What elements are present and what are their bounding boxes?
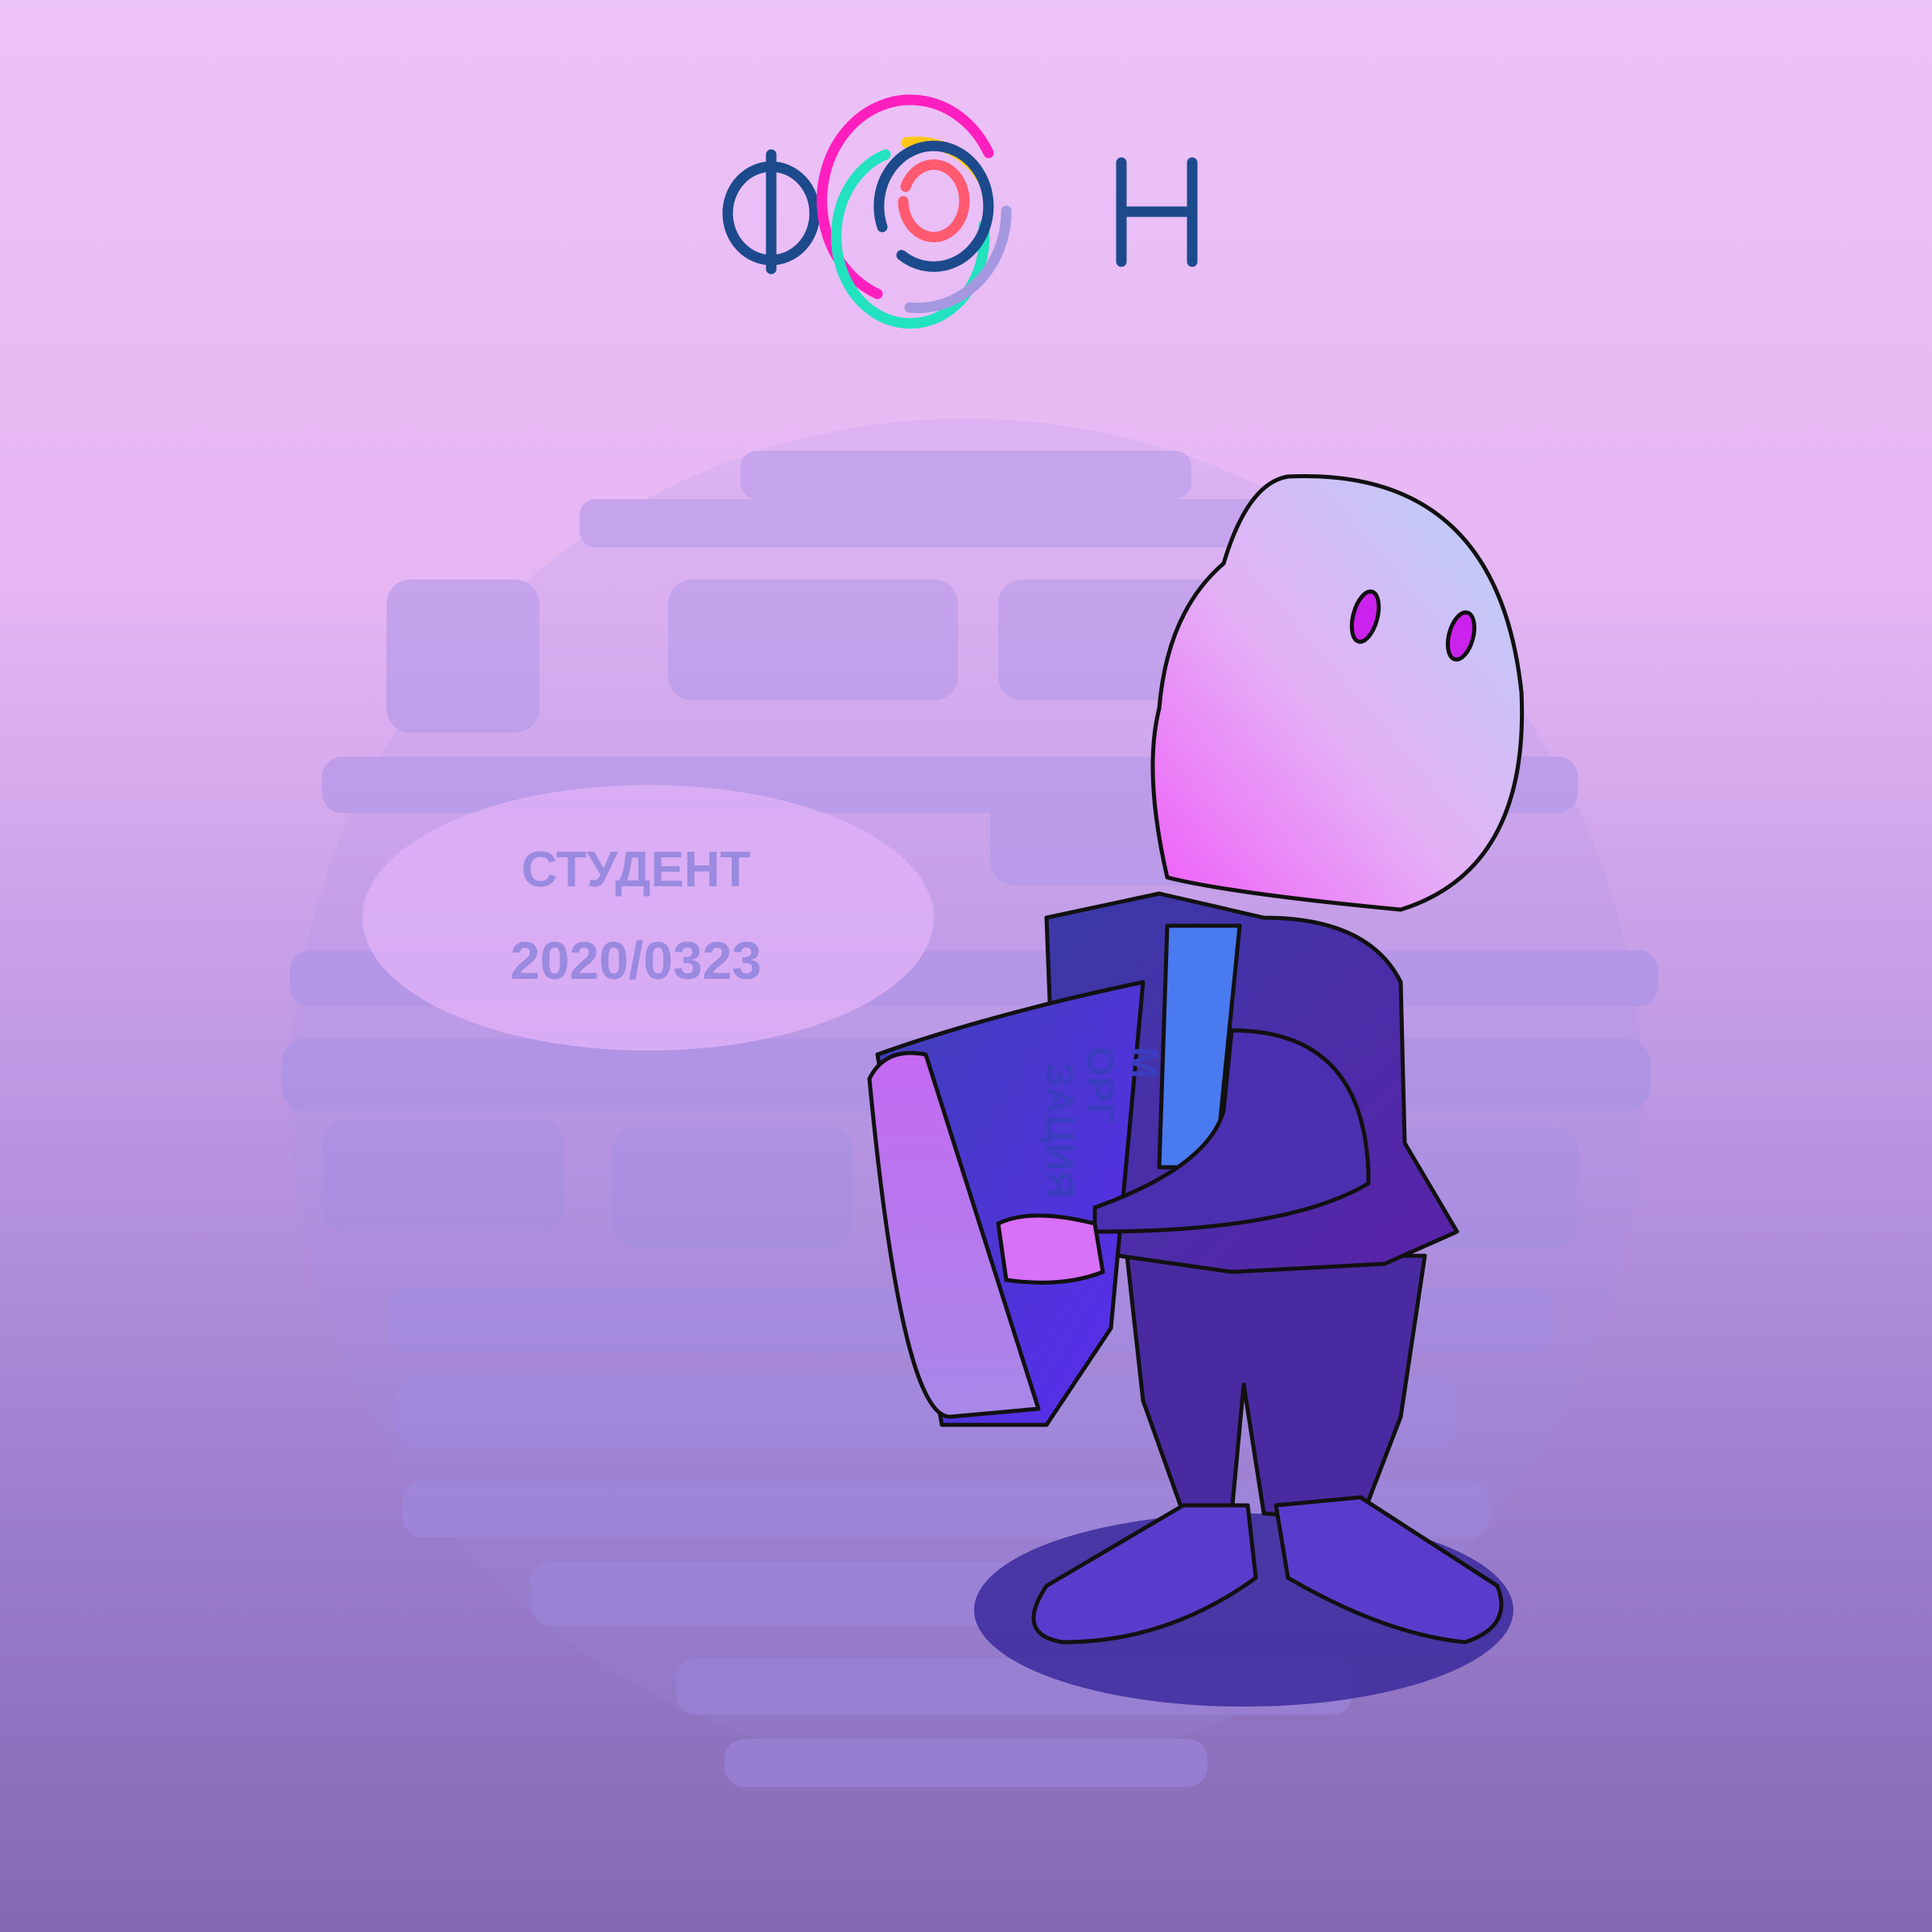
book-text-line-2: ОРГ xyxy=(1078,1046,1121,1125)
logo-rings-icon xyxy=(816,94,1012,329)
illustration: М ОРГ ЗАЦИЯ xyxy=(282,94,1658,1787)
book-text-line-3: ЗАЦИЯ xyxy=(1038,1063,1080,1199)
logo-letter-en-icon xyxy=(1116,157,1198,267)
logo-letter-ef-icon xyxy=(722,149,820,275)
logo xyxy=(722,94,1198,329)
badge-number: 2020/0323 xyxy=(510,931,762,990)
illustration-canvas: М ОРГ ЗАЦИЯ СТУДЕНТ 2020/0323 xyxy=(0,0,1932,1932)
character-hand xyxy=(996,1213,1105,1285)
student-badge xyxy=(362,785,934,1051)
book-text-line-1: М xyxy=(1122,1046,1165,1079)
badge-title: СТУДЕНТ xyxy=(521,842,751,898)
